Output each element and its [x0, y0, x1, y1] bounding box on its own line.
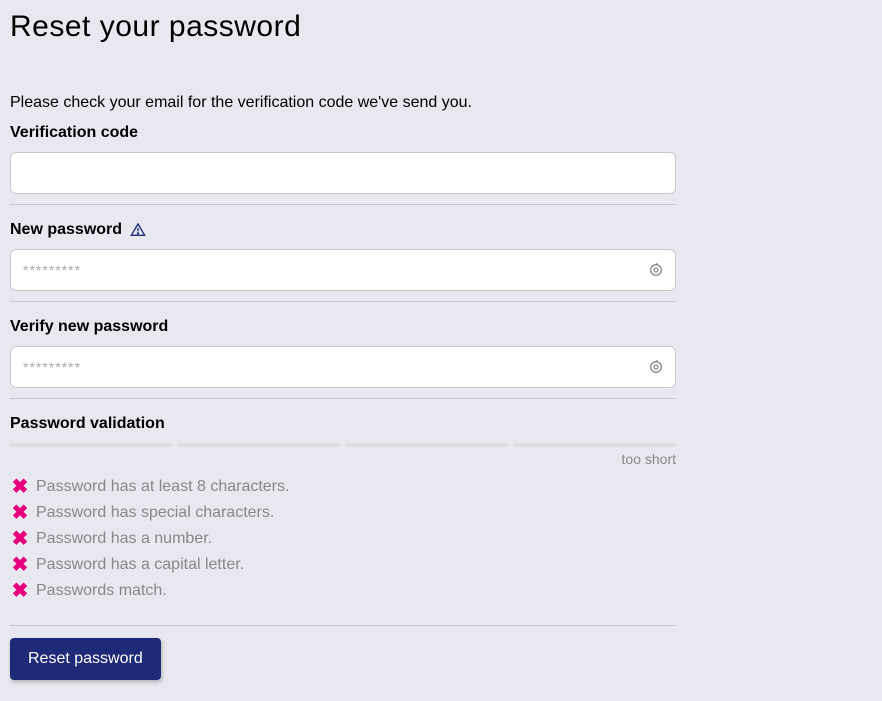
- new-password-label: New password: [10, 221, 122, 239]
- eye-icon[interactable]: [648, 359, 664, 375]
- validation-rule: ✖ Password has at least 8 characters.: [10, 477, 676, 497]
- verify-password-group: Verify new password: [10, 318, 676, 399]
- x-icon: ✖: [10, 529, 30, 549]
- strength-meter: [10, 443, 676, 447]
- password-validation-label: Password validation: [10, 415, 676, 433]
- rule-text: Password has at least 8 characters.: [36, 478, 289, 496]
- rule-text: Password has a capital letter.: [36, 556, 244, 574]
- verify-password-label: Verify new password: [10, 318, 676, 336]
- rule-text: Password has special characters.: [36, 504, 274, 522]
- page-title: Reset your password: [10, 10, 676, 44]
- verification-code-input[interactable]: [10, 152, 676, 194]
- validation-rules-list: ✖ Password has at least 8 characters. ✖ …: [10, 477, 676, 601]
- verification-code-label: Verification code: [10, 124, 676, 142]
- x-icon: ✖: [10, 555, 30, 575]
- validation-rule: ✖ Password has a capital letter.: [10, 555, 676, 575]
- x-icon: ✖: [10, 477, 30, 497]
- strength-bar: [178, 443, 340, 447]
- new-password-input[interactable]: [10, 249, 676, 291]
- strength-bar: [514, 443, 676, 447]
- strength-text: too short: [10, 451, 676, 467]
- validation-rule: ✖ Passwords match.: [10, 581, 676, 601]
- strength-bar: [10, 443, 172, 447]
- strength-bar: [346, 443, 508, 447]
- validation-rule: ✖ Password has special characters.: [10, 503, 676, 523]
- verification-code-group: Verification code: [10, 124, 676, 205]
- validation-rule: ✖ Password has a number.: [10, 529, 676, 549]
- new-password-group: New password: [10, 221, 676, 302]
- warning-icon: [130, 222, 146, 238]
- password-validation-section: Password validation too short ✖ Password…: [10, 415, 676, 626]
- eye-icon[interactable]: [648, 262, 664, 278]
- reset-password-button[interactable]: Reset password: [10, 638, 161, 680]
- rule-text: Passwords match.: [36, 582, 167, 600]
- rule-text: Password has a number.: [36, 530, 212, 548]
- page-description: Please check your email for the verifica…: [10, 94, 676, 112]
- x-icon: ✖: [10, 581, 30, 601]
- verify-password-input[interactable]: [10, 346, 676, 388]
- x-icon: ✖: [10, 503, 30, 523]
